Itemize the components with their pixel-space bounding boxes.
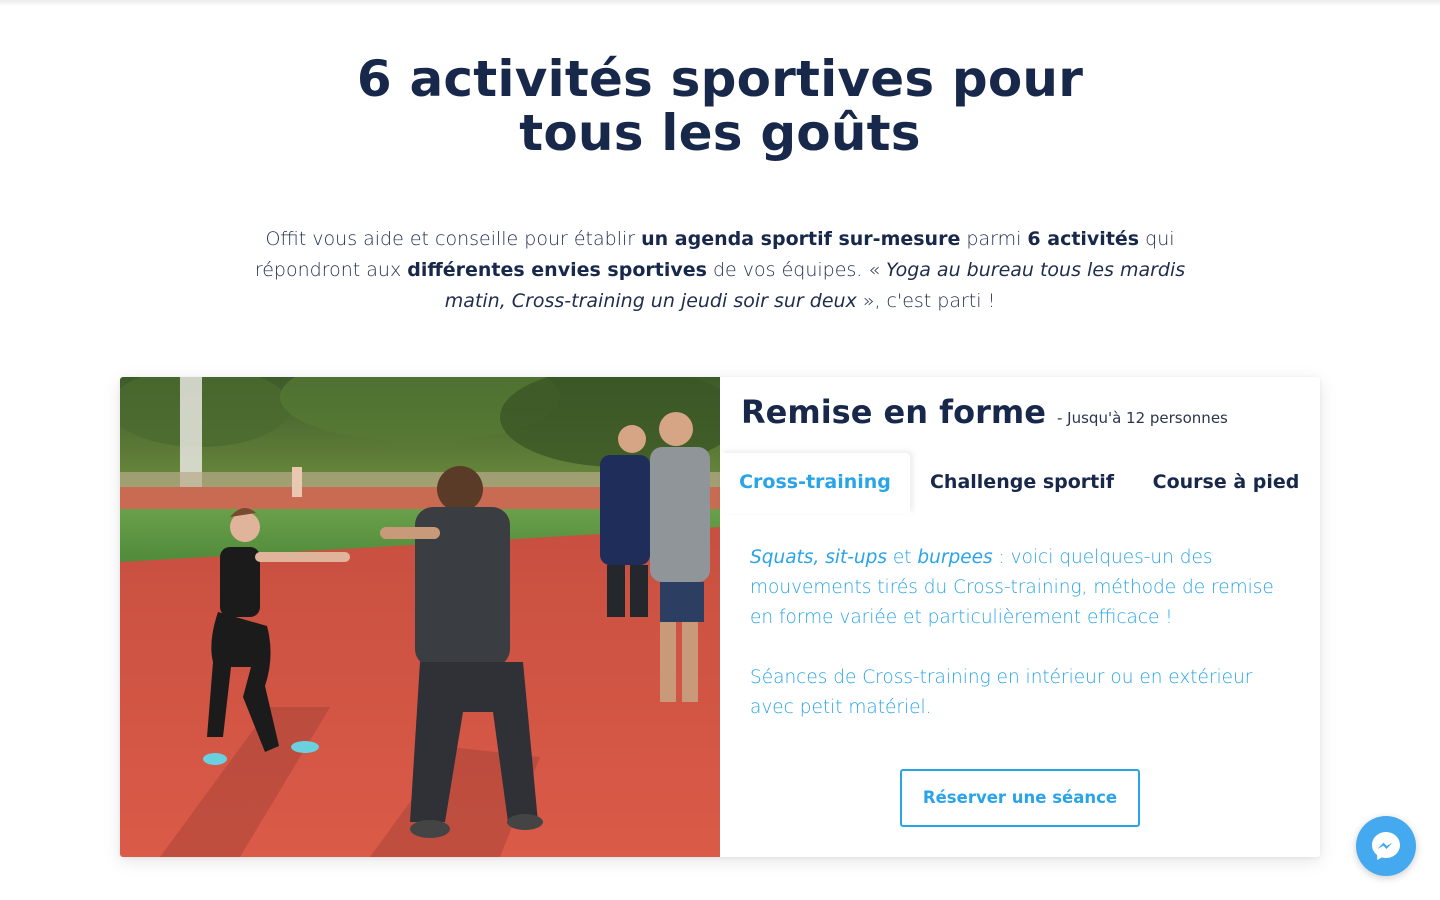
intro-text: Offit vous aide et conseille pour établi… bbox=[265, 228, 642, 250]
activity-header: Remise en forme - Jusqu'à 12 personnes bbox=[741, 393, 1228, 431]
section-title-line-1: 6 activités sportives pour bbox=[356, 50, 1084, 108]
tab-content-paragraph-1: Squats, sit-ups et burpees : voici quelq… bbox=[750, 543, 1295, 633]
intro-paragraph: Offit vous aide et conseille pour établi… bbox=[240, 224, 1200, 317]
section-title-line-2: tous les goûts bbox=[519, 104, 921, 162]
page: 6 activités sportives pour tous les goût… bbox=[0, 0, 1440, 900]
intro-text: de vos équipes. « bbox=[706, 259, 887, 281]
messenger-chat-button[interactable] bbox=[1356, 816, 1416, 876]
intro-bold-activities: 6 activités bbox=[1027, 228, 1140, 250]
intro-bold-agenda: un agenda sportif sur-mesure bbox=[641, 228, 961, 250]
tab-course-a-pied[interactable]: Course à pied bbox=[1138, 453, 1314, 513]
content-italic: Squats, sit-ups bbox=[750, 547, 888, 568]
tab-cross-training[interactable]: Cross-training bbox=[720, 453, 910, 513]
header-shadow bbox=[0, 0, 1440, 6]
tab-content: Squats, sit-ups et burpees : voici quelq… bbox=[750, 543, 1295, 753]
intro-text: parmi bbox=[960, 228, 1028, 250]
intro-text: », c'est parti ! bbox=[856, 290, 996, 312]
activity-photo bbox=[120, 377, 720, 857]
content-italic: burpees bbox=[917, 547, 993, 568]
messenger-icon bbox=[1372, 832, 1400, 860]
content-text: et bbox=[887, 547, 918, 568]
activity-card: Remise en forme - Jusqu'à 12 personnes C… bbox=[120, 377, 1320, 857]
activity-photo-illustration bbox=[120, 377, 720, 857]
activity-tabs: Cross-training Challenge sportif Course … bbox=[720, 453, 1320, 513]
intro-bold-envies: différentes envies sportives bbox=[407, 259, 707, 281]
tab-challenge-sportif[interactable]: Challenge sportif bbox=[922, 453, 1122, 513]
tab-content-paragraph-2: Séances de Cross-training en intérieur o… bbox=[750, 667, 1253, 718]
activity-title: Remise en forme bbox=[741, 393, 1046, 431]
activity-capacity: - Jusqu'à 12 personnes bbox=[1057, 409, 1228, 427]
section-title: 6 activités sportives pour tous les goût… bbox=[0, 52, 1440, 160]
book-session-button[interactable]: Réserver une séance bbox=[900, 769, 1140, 827]
activity-panel: Remise en forme - Jusqu'à 12 personnes C… bbox=[720, 377, 1320, 857]
